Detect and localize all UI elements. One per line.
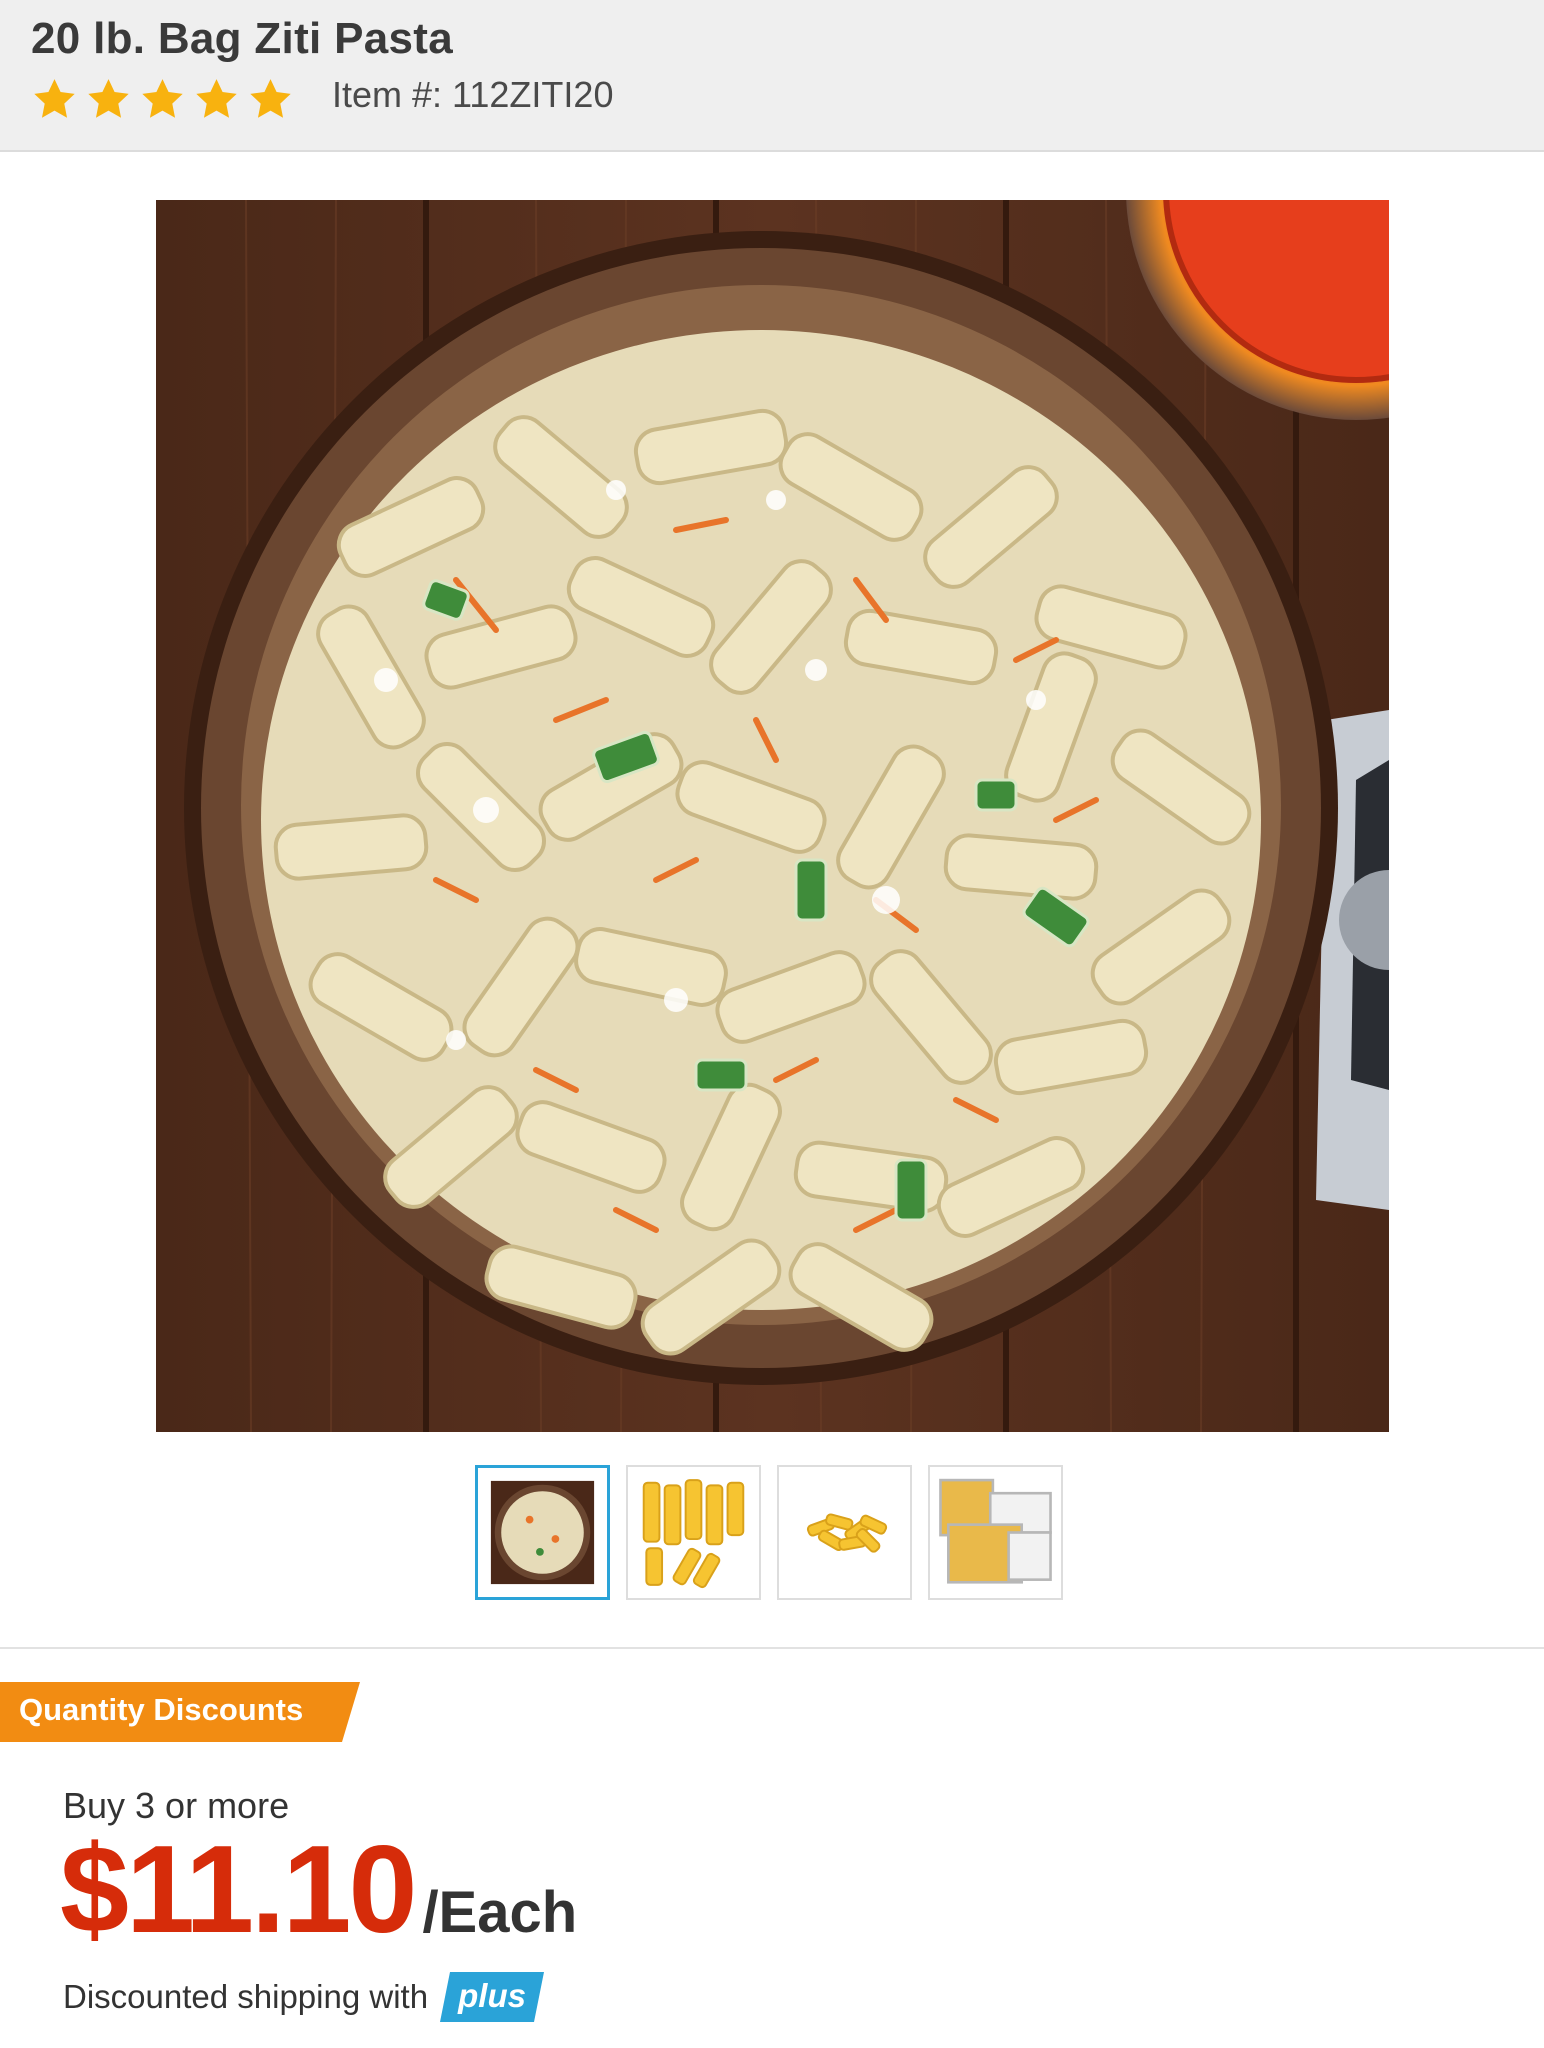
star-icon — [34, 79, 75, 118]
price-row: $11.10 /Each — [60, 1828, 577, 1952]
product-title: 20 lb. Bag Ziti Pasta — [31, 14, 453, 63]
shipping-text: Discounted shipping with — [63, 1978, 429, 2015]
thumbnail-4[interactable] — [928, 1465, 1063, 1600]
main-product-image[interactable] — [156, 200, 1389, 1432]
thumbnail-2[interactable] — [626, 1465, 761, 1600]
thumbnail-3[interactable] — [777, 1465, 912, 1600]
discount-price: $11.10 — [60, 1821, 417, 1959]
star-icon — [142, 79, 183, 118]
star-icon — [196, 79, 237, 118]
pasta-salad-bowl-thumbnail-image — [490, 1480, 595, 1585]
shipping-info: Discounted shipping with plus — [63, 1972, 545, 2022]
thumbnail-1[interactable] — [475, 1465, 610, 1600]
ziti-pieces-thumbnail-image — [642, 1479, 745, 1589]
item-number: Item #: 112ZITI20 — [332, 74, 614, 115]
rating-stars[interactable] — [31, 76, 294, 123]
ziti-pile-thumbnail-image — [806, 1513, 888, 1553]
thumbnail-strip — [475, 1465, 1063, 1600]
star-icon — [250, 79, 291, 118]
plus-label: plus — [458, 1977, 526, 2014]
quantity-discounts-badge: Quantity Discounts — [0, 1682, 360, 1742]
price-unit: /Each — [422, 1880, 578, 1945]
quantity-discounts-label: Quantity Discounts — [19, 1692, 304, 1727]
ziti-in-containers-thumbnail-image — [939, 1478, 1052, 1584]
section-divider — [0, 1647, 1544, 1649]
star-icon — [88, 79, 129, 118]
product-header: 20 lb. Bag Ziti Pasta Item #: 112ZITI20 — [0, 0, 1544, 152]
plus-badge[interactable]: plus — [440, 1972, 545, 2022]
